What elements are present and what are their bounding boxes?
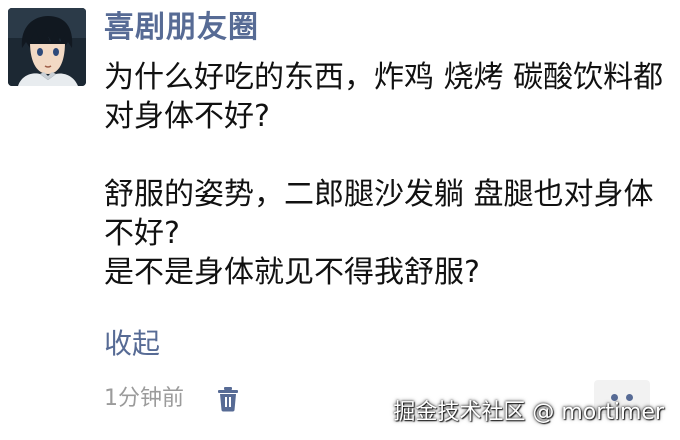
post-paragraph-3: 是不是身体就见不得我舒服?: [104, 255, 480, 290]
post-timestamp: 1分钟前: [104, 386, 184, 411]
collapse-button[interactable]: 收起: [104, 326, 160, 362]
post-paragraph-gap: [104, 136, 664, 175]
post-paragraph-2: 舒服的姿势，二郎腿沙发躺 盘腿也对身体不好?: [104, 177, 654, 251]
trash-icon[interactable]: [216, 386, 240, 412]
avatar[interactable]: [8, 8, 86, 86]
post-paragraph-1: 为什么好吃的东西，炸鸡 烧烤 碳酸饮料都对身体不好?: [104, 60, 664, 134]
moments-post: 喜剧朋友圈 为什么好吃的东西，炸鸡 烧烤 碳酸饮料都对身体不好? 舒服的姿势，二…: [0, 0, 680, 440]
avatar-image: [8, 8, 86, 86]
post-content: 为什么好吃的东西，炸鸡 烧烤 碳酸饮料都对身体不好? 舒服的姿势，二郎腿沙发躺 …: [104, 58, 664, 292]
username-link[interactable]: 喜剧朋友圈: [104, 10, 259, 46]
watermark: 掘金技术社区 @ mortimer: [393, 400, 664, 425]
